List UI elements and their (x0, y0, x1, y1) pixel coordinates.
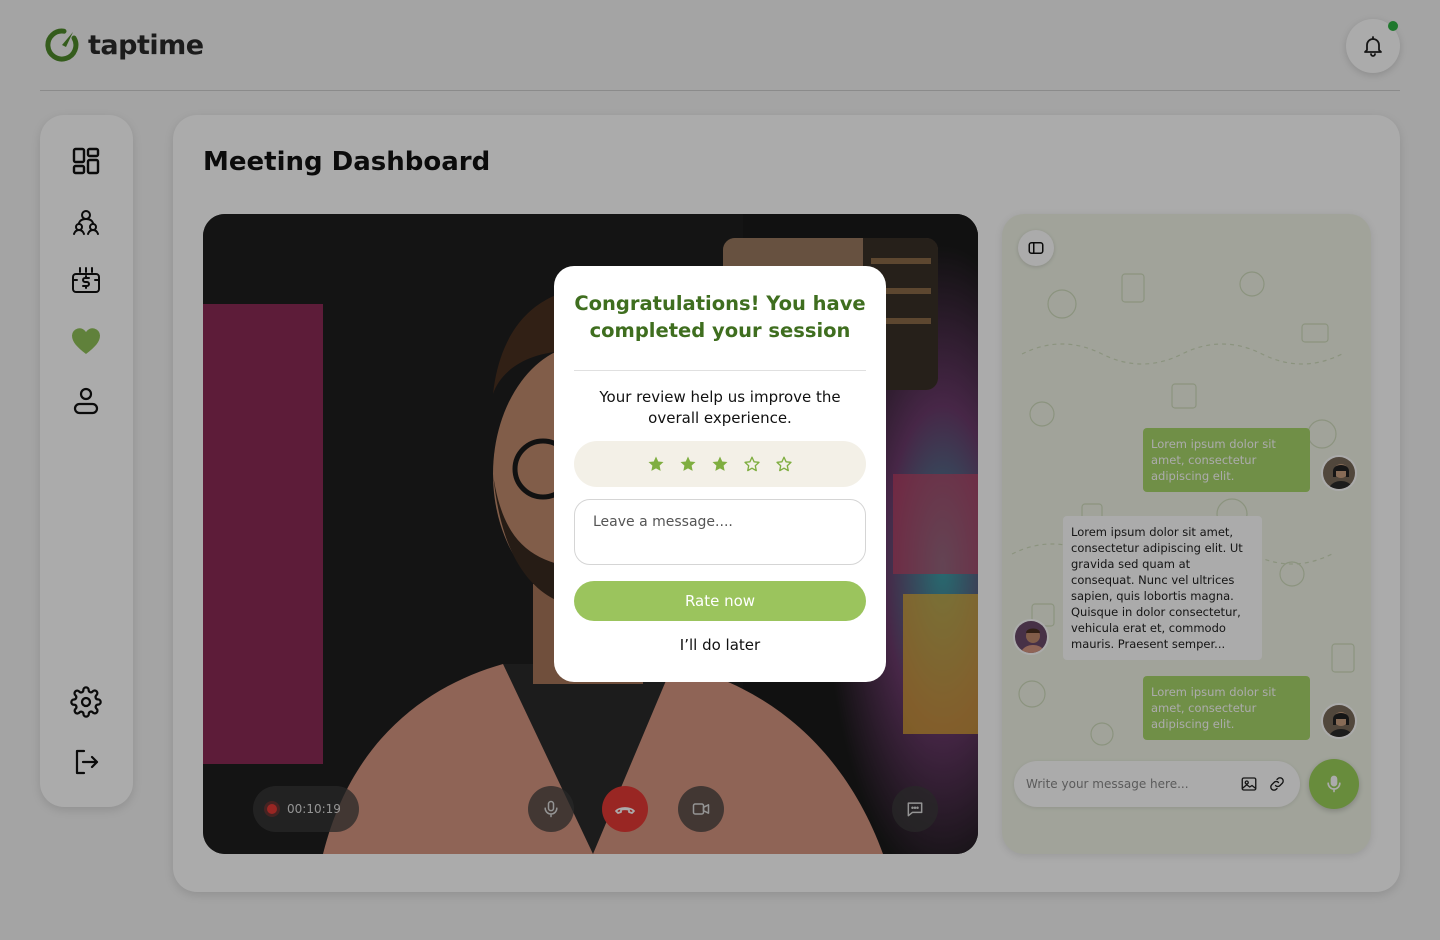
dialog-subtitle: Your review help us improve the overall … (599, 388, 841, 427)
session-rating-dialog: Congratulations! You have completed your… (554, 266, 886, 682)
star-filled-icon[interactable] (679, 455, 697, 473)
star-rating[interactable] (574, 441, 866, 487)
dialog-title: Congratulations! You have completed your… (574, 292, 866, 342)
review-message-field[interactable] (574, 499, 866, 565)
star-empty-icon[interactable] (743, 455, 761, 473)
star-filled-icon[interactable] (647, 455, 665, 473)
do-later-button[interactable]: I’ll do later (574, 636, 866, 660)
star-empty-icon[interactable] (775, 455, 793, 473)
star-filled-icon[interactable] (711, 455, 729, 473)
rate-now-button[interactable]: Rate now (574, 581, 866, 621)
divider (574, 370, 866, 371)
